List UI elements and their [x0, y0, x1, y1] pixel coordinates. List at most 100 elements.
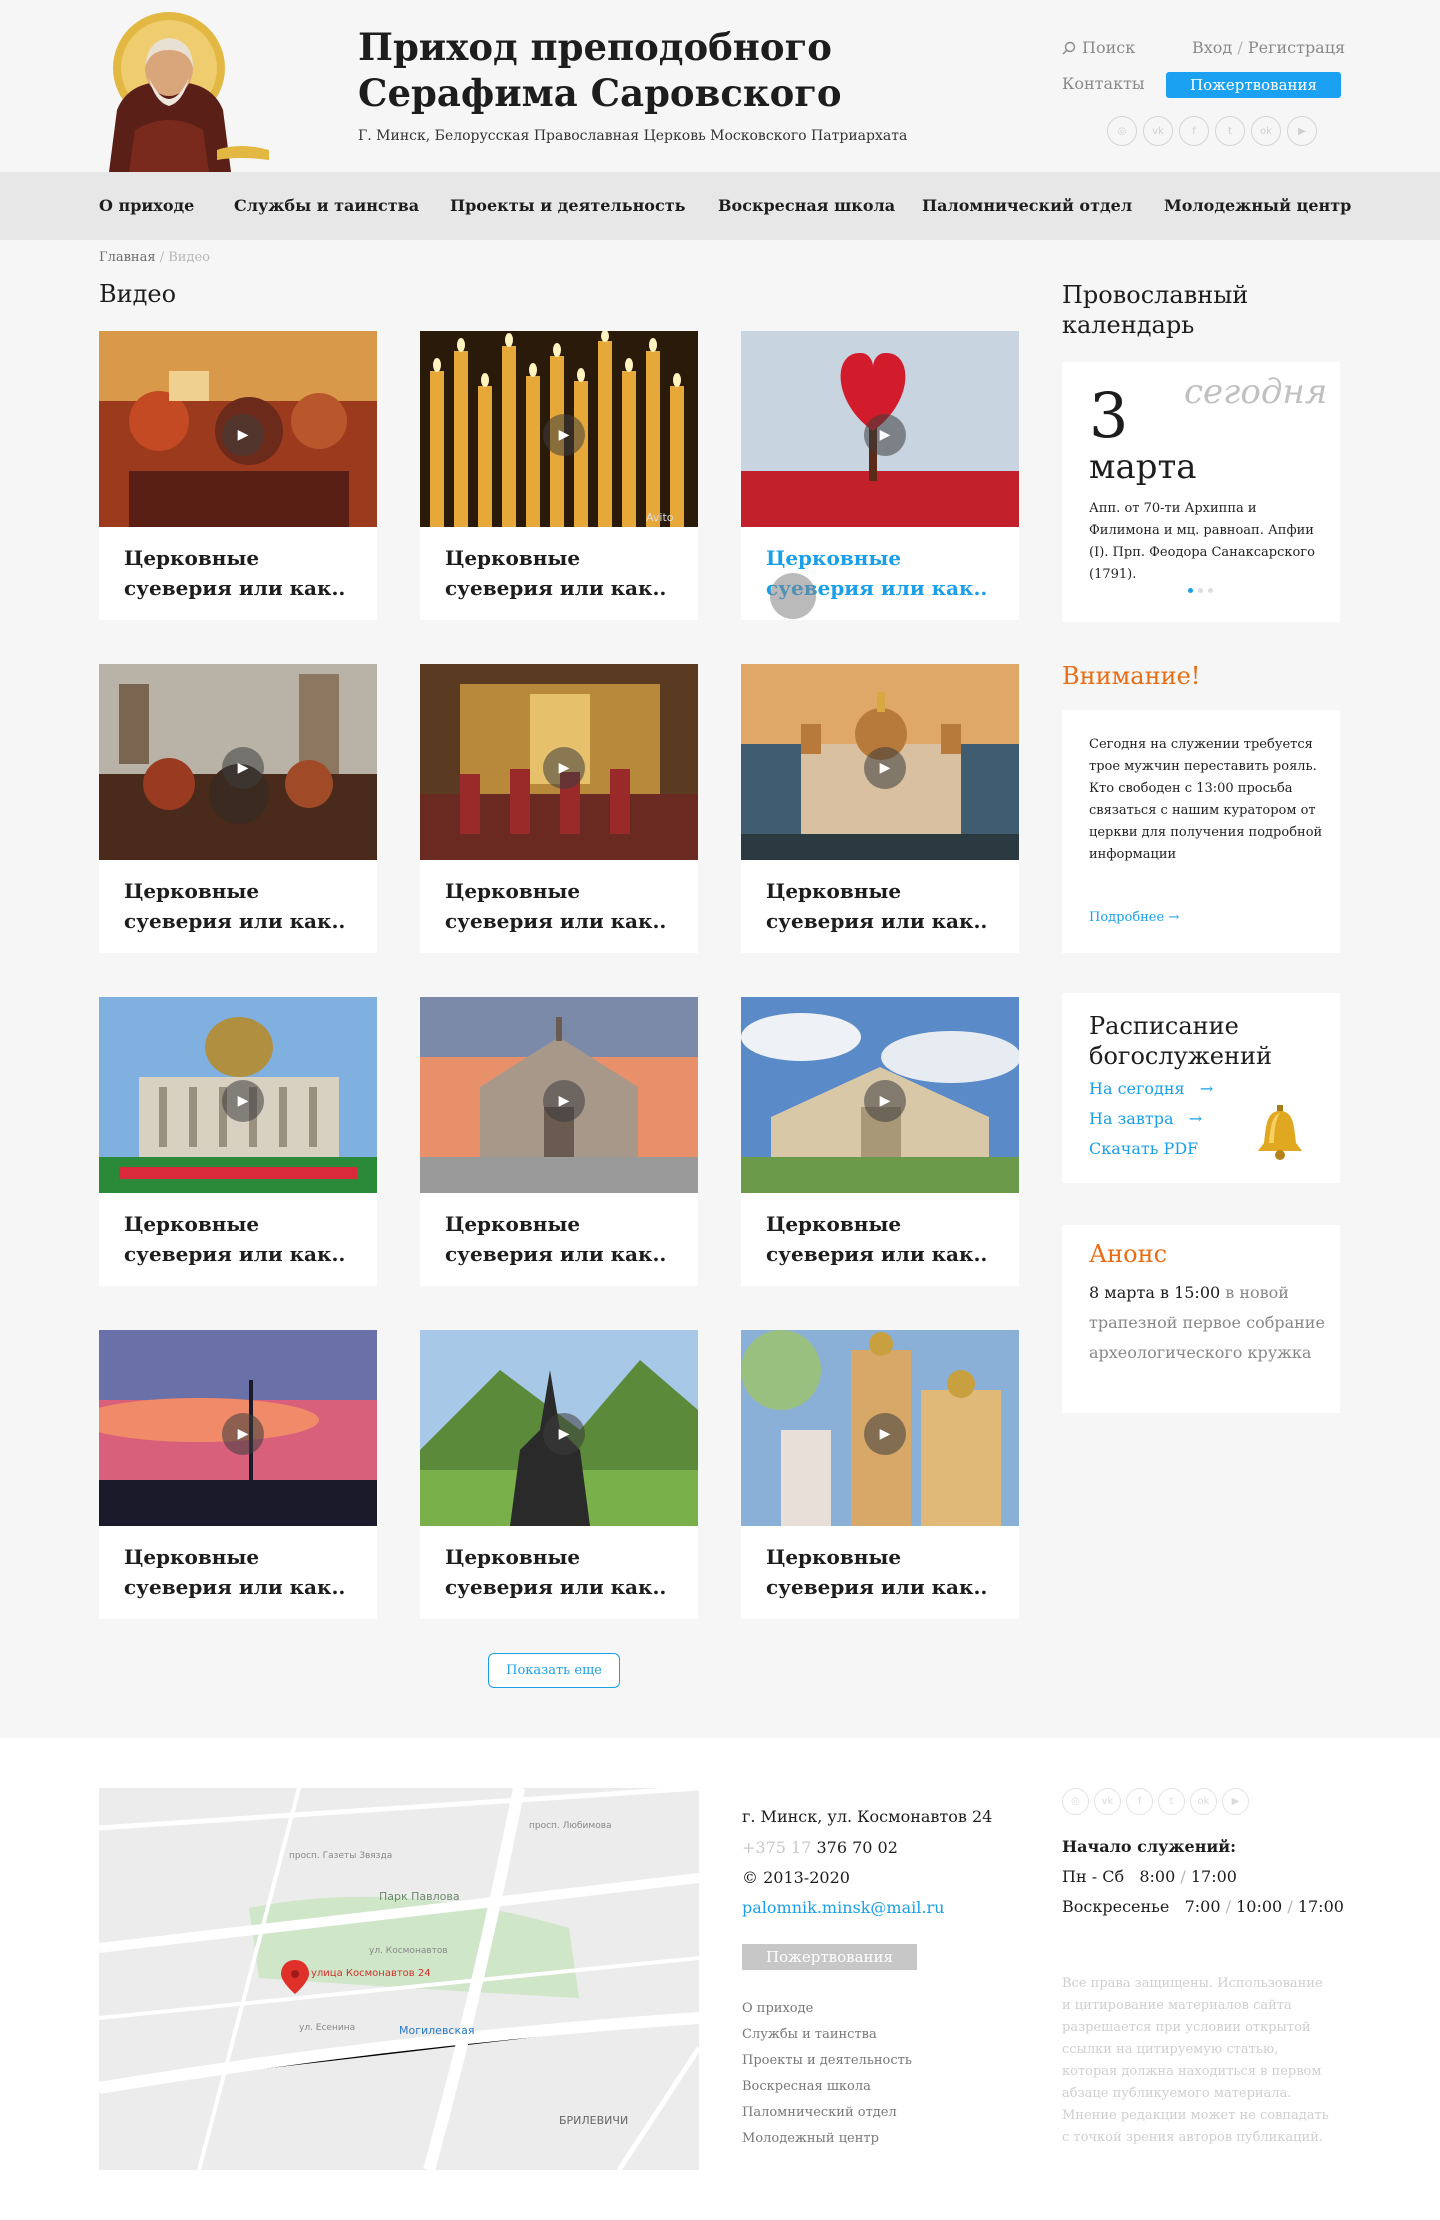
video-card[interactable]: Avito ▶ Церковные суеверия или как..	[420, 331, 698, 620]
facebook-icon[interactable]: f	[1179, 116, 1209, 146]
schedule-title: Расписание богослужений	[1089, 1012, 1272, 1070]
footer-donate-button[interactable]: Пожертвования	[742, 1944, 917, 1970]
video-title[interactable]: Церковные суеверия или как..	[766, 876, 1006, 936]
odnoklassniki-icon[interactable]: ok	[1190, 1788, 1217, 1815]
nav-item-sunday-school[interactable]: Воскресная школа	[718, 172, 895, 240]
video-title[interactable]: Церковные суеверия или как..	[445, 1542, 685, 1602]
video-card[interactable]: ▶ Церковные суеверия или как..	[99, 331, 377, 620]
footer-link-services[interactable]: Службы и таинства	[742, 2022, 912, 2048]
twitter-icon[interactable]: t	[1158, 1788, 1185, 1815]
video-title[interactable]: Церковные суеверия или как..	[124, 1209, 364, 1269]
video-thumbnail[interactable]: ▶	[420, 664, 698, 860]
video-thumbnail[interactable]: ▶	[741, 1330, 1019, 1526]
video-card[interactable]: ▶ Церковные суеверия или как..	[420, 664, 698, 953]
video-card[interactable]: ▶ Церковные суеверия или как..	[420, 997, 698, 1286]
play-icon[interactable]: ▶	[864, 414, 906, 456]
pagination-dot[interactable]	[1198, 588, 1203, 593]
play-icon[interactable]: ▶	[543, 747, 585, 789]
footer-link-about[interactable]: О приходе	[742, 1996, 912, 2022]
video-thumbnail[interactable]: ▶	[99, 1330, 377, 1526]
video-card[interactable]: ▶ Церковные суеверия или как..	[420, 1330, 698, 1619]
play-icon[interactable]: ▶	[543, 1413, 585, 1455]
map-road-label: просп. Любимова	[529, 1821, 612, 1831]
video-thumbnail[interactable]: ▶	[99, 997, 377, 1193]
search-label: Поиск	[1082, 38, 1136, 57]
play-icon[interactable]: ▶	[222, 1080, 264, 1122]
youtube-icon[interactable]: ▶	[1287, 116, 1317, 146]
play-icon[interactable]: ▶	[864, 1080, 906, 1122]
login-link[interactable]: Вход	[1192, 38, 1232, 57]
pagination-dot[interactable]	[1188, 588, 1193, 593]
location-map[interactable]: Парк Павлова улица Космонавтов 24 Могиле…	[99, 1788, 699, 2170]
video-thumbnail[interactable]: ▶	[741, 997, 1019, 1193]
nav-item-youth-center[interactable]: Молодежный центр	[1164, 172, 1351, 240]
video-card[interactable]: ▶ Церковные суеверия или как..	[99, 664, 377, 953]
video-card[interactable]: ▶ Церковные суеверия или как..	[99, 1330, 377, 1619]
play-icon[interactable]: ▶	[864, 747, 906, 789]
video-thumbnail[interactable]: Avito ▶	[420, 331, 698, 527]
footer-link-youth-center[interactable]: Молодежный центр	[742, 2126, 912, 2152]
footer-link-sunday-school[interactable]: Воскресная школа	[742, 2074, 912, 2100]
footer-email[interactable]: palomnik.minsk@mail.ru	[742, 1898, 944, 1917]
nav-item-pilgrimage[interactable]: Паломнический отдел	[922, 172, 1132, 240]
nav-item-projects[interactable]: Проекты и деятельность	[450, 172, 685, 240]
register-link[interactable]: Регистраця	[1248, 38, 1345, 57]
thumbnail-watermark: Avito	[646, 511, 674, 524]
play-icon[interactable]: ▶	[543, 414, 585, 456]
nav-item-about[interactable]: О приходе	[99, 172, 194, 240]
twitter-icon[interactable]: t	[1215, 116, 1245, 146]
odnoklassniki-icon[interactable]: ok	[1251, 116, 1281, 146]
instagram-icon[interactable]: ◎	[1062, 1788, 1089, 1815]
schedule-pdf-link[interactable]: Скачать PDF	[1089, 1139, 1198, 1158]
video-title[interactable]: Церковные суеверия или как..	[124, 543, 364, 603]
show-more-button[interactable]: Показать еще	[488, 1653, 620, 1688]
video-title[interactable]: Церковные суеверия или как..	[766, 1209, 1006, 1269]
vk-icon[interactable]: vk	[1094, 1788, 1121, 1815]
video-thumbnail[interactable]: ▶	[420, 1330, 698, 1526]
contacts-link[interactable]: Контакты	[1062, 74, 1145, 93]
facebook-icon[interactable]: f	[1126, 1788, 1153, 1815]
saint-seraphim-icon[interactable]	[99, 10, 271, 172]
play-icon[interactable]: ▶	[543, 1080, 585, 1122]
youtube-icon[interactable]: ▶	[1222, 1788, 1249, 1815]
video-title[interactable]: Церковные суеверия или как..	[445, 1209, 685, 1269]
footer-link-pilgrimage[interactable]: Паломнический отдел	[742, 2100, 912, 2126]
schedule-tomorrow-link[interactable]: На завтра →	[1089, 1109, 1202, 1128]
instagram-icon[interactable]: ◎	[1107, 116, 1137, 146]
video-card[interactable]: ▶ Церковные суеверия или как..	[741, 1330, 1019, 1619]
service-time: 17:00	[1190, 1867, 1237, 1886]
breadcrumb-home[interactable]: Главная	[99, 250, 156, 265]
announcement-date: 8 марта в 15:00	[1089, 1283, 1221, 1302]
site-title[interactable]: Приход преподобного Серафима Саровского	[358, 24, 918, 116]
footer-phone[interactable]: +375 17 376 70 02	[742, 1838, 898, 1857]
video-thumbnail[interactable]: ▶	[99, 331, 377, 527]
map-park-label: Парк Павлова	[379, 1890, 460, 1903]
attention-more-link[interactable]: Подробнее →	[1089, 910, 1179, 925]
video-title[interactable]: Церковные суеверия или как..	[124, 1542, 364, 1602]
play-icon[interactable]: ▶	[222, 747, 264, 789]
schedule-today-link[interactable]: На сегодня →	[1089, 1079, 1213, 1098]
video-thumbnail[interactable]: ▶	[741, 664, 1019, 860]
video-title[interactable]: Церковные суеверия или как..	[445, 876, 685, 936]
video-card[interactable]: ▶ Церковные суеверия или как..	[741, 664, 1019, 953]
video-thumbnail[interactable]: ▶	[99, 664, 377, 860]
video-thumbnail[interactable]: ▶	[420, 997, 698, 1193]
vk-icon[interactable]: vk	[1143, 116, 1173, 146]
video-title[interactable]: Церковные суеверия или как..	[766, 1542, 1006, 1602]
nav-item-services[interactable]: Службы и таинства	[234, 172, 419, 240]
video-title[interactable]: Церковные суеверия или как..	[445, 543, 685, 603]
pagination-dot[interactable]	[1208, 588, 1213, 593]
video-thumbnail[interactable]: ▶	[741, 331, 1019, 527]
video-title[interactable]: Церковные суеверия или как..	[124, 876, 364, 936]
donate-button[interactable]: Пожертвования	[1166, 72, 1341, 98]
video-card[interactable]: ▶ Церковные суеверия или как..	[741, 997, 1019, 1286]
site-subtitle: Г. Минск, Белорусская Православная Церко…	[358, 128, 908, 144]
map-road-label: ул. Есенина	[299, 2023, 355, 2033]
play-icon[interactable]: ▶	[222, 414, 264, 456]
calendar-title: Провославный календарь	[1062, 281, 1249, 339]
play-icon[interactable]: ▶	[222, 1413, 264, 1455]
video-card[interactable]: ▶ Церковные суеверия или как..	[99, 997, 377, 1286]
play-icon[interactable]: ▶	[864, 1413, 906, 1455]
search-link[interactable]: Поиск	[1062, 38, 1135, 57]
footer-link-projects[interactable]: Проекты и деятельность	[742, 2048, 912, 2074]
